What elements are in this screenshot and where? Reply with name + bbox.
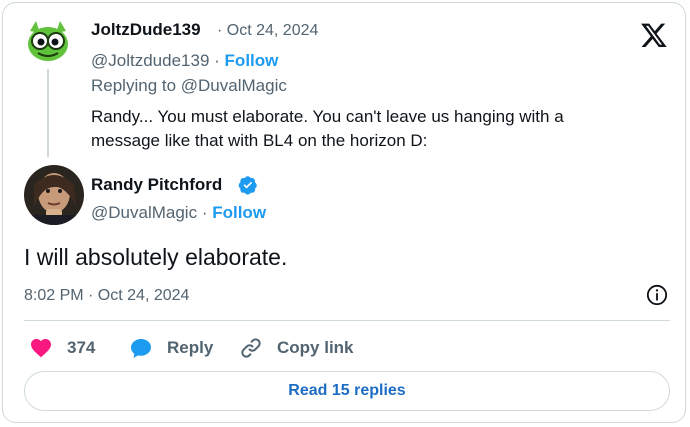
reply-handle[interactable]: @Joltzdude139	[91, 51, 209, 70]
reply-date-text: Oct 24, 2024	[226, 22, 319, 39]
copy-link-label: Copy link	[277, 338, 354, 357]
like-button[interactable]: 374	[29, 336, 95, 360]
divider	[24, 320, 670, 321]
main-tweet-text: I will absolutely elaborate.	[24, 244, 288, 270]
reply-author-name[interactable]: JoltzDude139	[91, 20, 201, 40]
reply-tweet-text: Randy... You must elaborate. You can't l…	[91, 107, 564, 150]
main-handle[interactable]: @DuvalMagic	[91, 203, 197, 222]
separator: ·	[201, 203, 208, 222]
follow-button[interactable]: Follow	[225, 51, 279, 70]
verified-badge-icon	[238, 176, 257, 195]
reply-button[interactable]: Reply	[129, 336, 213, 360]
replying-to-label[interactable]: Replying to @DuvalMagic	[91, 76, 287, 96]
avatar[interactable]	[24, 17, 72, 65]
avatar-image	[24, 165, 84, 225]
reply-date[interactable]: · Oct 24, 2024	[217, 22, 318, 40]
separator: ·	[214, 51, 220, 70]
separator: ·	[217, 22, 223, 39]
tweet-timestamp[interactable]: 8:02 PM · Oct 24, 2024	[24, 287, 189, 305]
reply-bubble-icon	[131, 339, 151, 358]
thread-connector	[47, 69, 49, 157]
read-replies-button[interactable]: Read 15 replies	[24, 371, 670, 411]
reply-label: Reply	[167, 338, 214, 357]
avatar[interactable]	[24, 165, 84, 225]
link-icon	[241, 338, 261, 358]
x-logo-icon[interactable]	[640, 21, 668, 49]
like-count: 374	[67, 338, 96, 357]
embedded-tweet-card: JoltzDude139 · Oct 24, 2024 @Joltzdude13…	[2, 2, 686, 423]
reply-handle-row: @Joltzdude139 · Follow	[91, 51, 278, 71]
main-handle-row: @DuvalMagic · Follow	[91, 203, 266, 223]
avatar-image	[24, 17, 72, 65]
follow-button[interactable]: Follow	[212, 203, 266, 222]
read-replies-label: Read 15 replies	[288, 382, 406, 399]
main-author-name[interactable]: Randy Pitchford	[91, 175, 222, 195]
heart-icon	[31, 339, 51, 358]
info-icon[interactable]	[646, 284, 668, 306]
copy-link-button[interactable]: Copy link	[239, 336, 354, 360]
